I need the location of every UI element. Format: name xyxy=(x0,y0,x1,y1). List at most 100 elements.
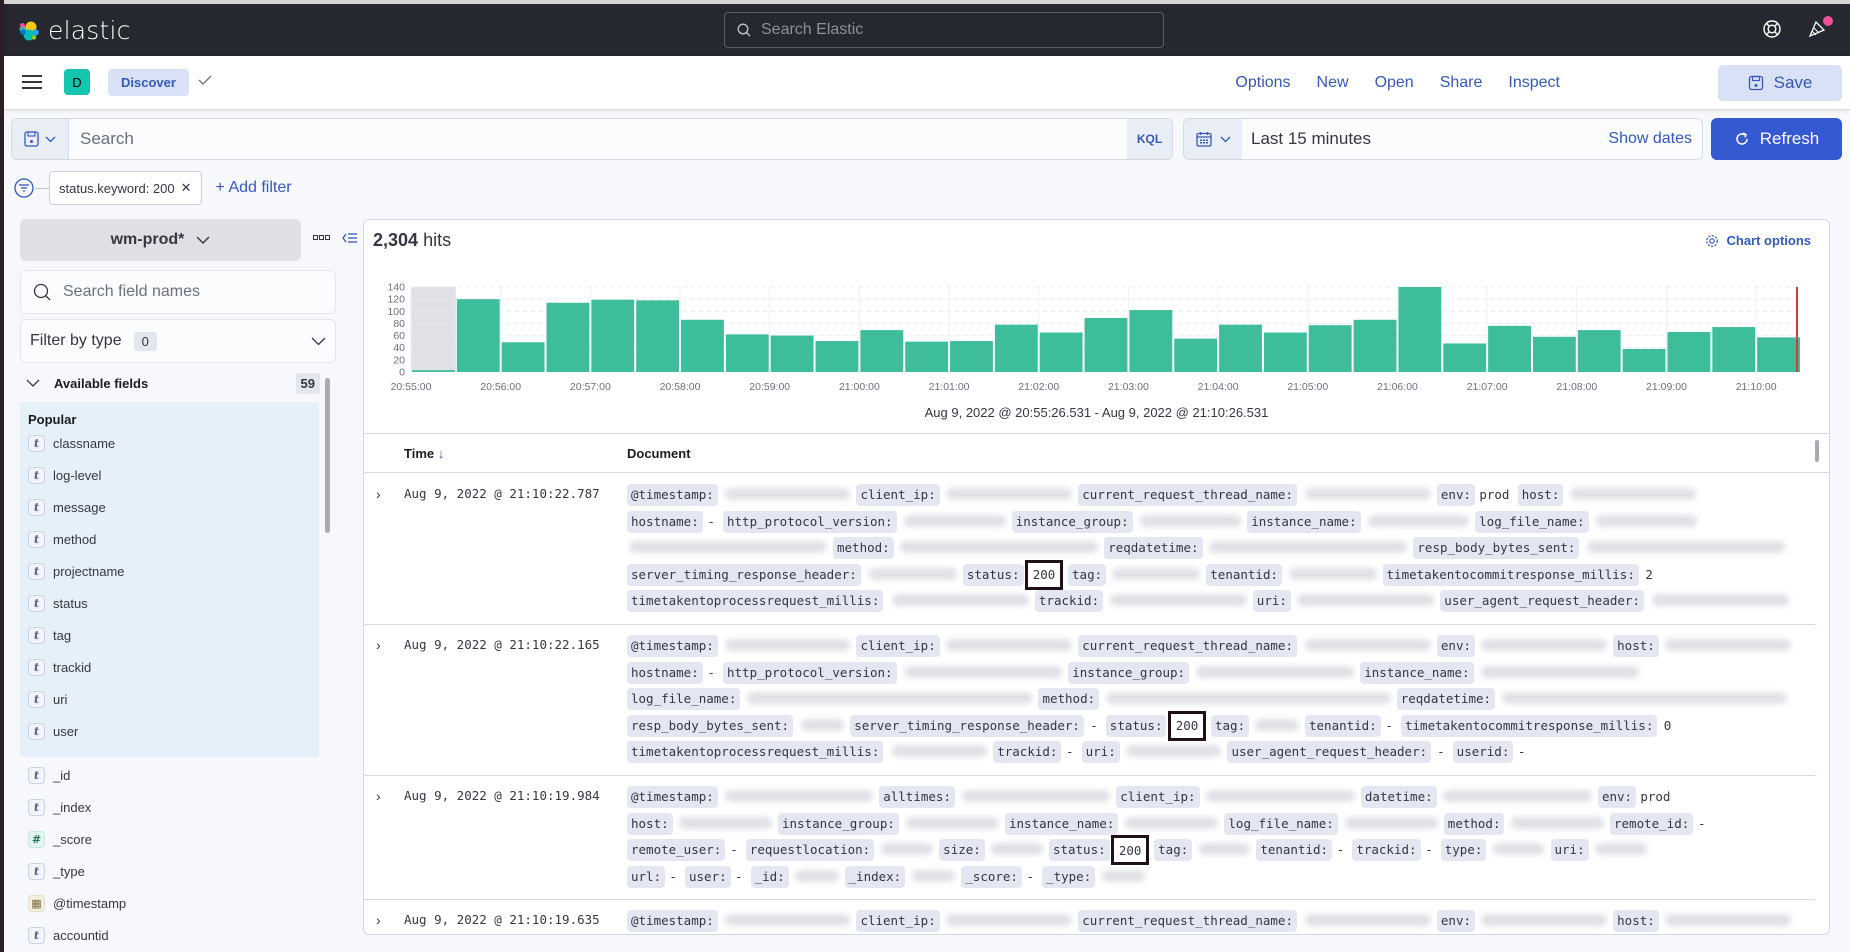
field-key-chip[interactable]: trackid: xyxy=(993,741,1062,763)
field-key-chip[interactable]: env: xyxy=(1436,635,1476,657)
histogram-bar[interactable] xyxy=(950,341,993,372)
new-link[interactable]: New xyxy=(1317,74,1349,92)
field-key-chip[interactable]: host: xyxy=(1613,635,1659,657)
field-key-chip[interactable]: trackid: xyxy=(1034,590,1104,612)
expand-row-icon[interactable]: › xyxy=(376,637,381,653)
field-key-chip[interactable]: current_request_thread_name: xyxy=(1078,910,1297,932)
histogram-bar[interactable] xyxy=(1488,325,1531,372)
save-button[interactable]: Save xyxy=(1718,65,1842,101)
field-key-chip[interactable]: timetakentoprocessrequest_millis: xyxy=(627,741,884,763)
query-language-button[interactable]: KQL xyxy=(1127,119,1172,159)
expand-row-icon[interactable]: › xyxy=(376,912,381,928)
available-fields-toggle[interactable]: Available fields 59 xyxy=(20,371,320,395)
column-header-time[interactable]: Time ↓ xyxy=(404,446,444,461)
histogram-bar[interactable] xyxy=(1174,338,1218,372)
field-item-user[interactable]: t user xyxy=(28,715,125,747)
field-key-chip[interactable]: status: xyxy=(1105,714,1167,737)
field-key-chip[interactable]: log_file_name: xyxy=(1475,510,1589,533)
table-scrollbar[interactable] xyxy=(1815,440,1819,462)
field-key-chip[interactable]: status: xyxy=(962,563,1024,586)
field-item-method[interactable]: t method xyxy=(28,523,125,555)
histogram-bar[interactable] xyxy=(1712,327,1756,372)
histogram-bar[interactable] xyxy=(501,342,545,372)
histogram-bar[interactable] xyxy=(412,370,455,372)
field-key-chip[interactable]: current_request_thread_name: xyxy=(1078,635,1297,657)
field-key-chip[interactable]: tag: xyxy=(1154,839,1193,861)
field-key-chip[interactable]: host: xyxy=(627,812,673,835)
field-key-chip[interactable]: userid: xyxy=(1452,741,1514,763)
histogram-bar[interactable] xyxy=(636,300,680,372)
field-key-chip[interactable]: _score: xyxy=(961,865,1022,888)
field-item-uri[interactable]: t uri xyxy=(28,683,125,715)
field-key-chip[interactable]: @timestamp: xyxy=(627,635,718,657)
histogram-bar[interactable] xyxy=(1757,337,1800,372)
filter-by-type-button[interactable]: Filter by type 0 xyxy=(20,319,336,363)
field-key-chip[interactable]: env: xyxy=(1436,910,1476,932)
elastic-logo[interactable]: elastic xyxy=(18,16,131,45)
histogram-bar[interactable] xyxy=(1577,330,1621,372)
index-pattern-selector[interactable]: wm-prod* xyxy=(20,219,301,261)
field-key-chip[interactable]: http_protocol_version: xyxy=(723,661,897,684)
field-item-trackid[interactable]: t trackid xyxy=(28,651,125,683)
field-key-chip[interactable]: server_timing_response_header: xyxy=(850,714,1084,737)
field-item-type[interactable]: t _type xyxy=(28,855,126,887)
histogram-bar[interactable] xyxy=(725,334,769,372)
field-search[interactable] xyxy=(20,270,336,314)
field-key-chip[interactable]: url: xyxy=(627,865,666,888)
field-key-chip[interactable]: uri: xyxy=(1550,839,1589,861)
histogram-bar[interactable] xyxy=(1443,343,1487,372)
field-key-chip[interactable]: env: xyxy=(1597,786,1637,808)
space-avatar[interactable]: D xyxy=(64,69,90,95)
field-key-chip[interactable]: _type: xyxy=(1042,865,1096,888)
field-key-chip[interactable]: @timestamp: xyxy=(627,786,718,808)
field-key-chip[interactable]: method: xyxy=(1443,812,1505,835)
collapse-sidebar-icon[interactable] xyxy=(342,232,358,244)
field-key-chip[interactable]: instance_group: xyxy=(1011,510,1133,533)
field-key-chip[interactable]: log_file_name: xyxy=(1224,812,1338,835)
expand-row-icon[interactable]: › xyxy=(376,486,381,502)
histogram-bar[interactable] xyxy=(1308,325,1352,372)
quick-select-button[interactable] xyxy=(1184,119,1242,159)
field-key-chip[interactable]: trackid: xyxy=(1352,839,1421,861)
field-key-chip[interactable]: host: xyxy=(1517,484,1564,506)
field-item-tag[interactable]: t tag xyxy=(28,619,125,651)
field-key-chip[interactable]: status: xyxy=(1048,839,1110,861)
field-key-chip[interactable]: server_timing_response_header: xyxy=(627,563,861,586)
field-key-chip[interactable]: reqdatetime: xyxy=(1396,688,1496,710)
menu-icon[interactable] xyxy=(22,74,42,90)
field-key-chip[interactable]: client_ip: xyxy=(1116,786,1200,808)
histogram-bar[interactable] xyxy=(1667,331,1711,372)
field-item-id[interactable]: t _id xyxy=(28,759,126,791)
histogram-bar[interactable] xyxy=(860,330,904,372)
histogram-bar[interactable] xyxy=(1353,319,1397,372)
add-filter-button[interactable]: + Add filter xyxy=(216,179,292,197)
field-key-chip[interactable]: client_ip: xyxy=(856,635,940,657)
share-link[interactable]: Share xyxy=(1440,74,1483,92)
field-key-chip[interactable]: user: xyxy=(685,865,731,888)
histogram-bar[interactable] xyxy=(1084,317,1128,372)
options-link[interactable]: Options xyxy=(1235,74,1290,92)
field-key-chip[interactable]: requestlocation: xyxy=(745,839,875,861)
breadcrumb-discover[interactable]: Discover xyxy=(108,69,189,96)
field-key-chip[interactable]: @timestamp: xyxy=(627,484,718,506)
field-key-chip[interactable]: @timestamp: xyxy=(627,910,718,932)
field-key-chip[interactable]: method: xyxy=(833,537,894,559)
field-key-chip[interactable]: current_request_thread_name: xyxy=(1078,484,1297,506)
field-key-chip[interactable]: resp_body_bytes_sent: xyxy=(627,714,794,737)
sidebar-scrollbar[interactable] xyxy=(325,378,330,533)
field-key-chip[interactable]: instance_group: xyxy=(778,812,899,835)
field-item-loglevel[interactable]: t log-level xyxy=(28,459,125,491)
field-item-timestamp[interactable]: ▦ @timestamp xyxy=(28,887,126,919)
filter-menu-icon[interactable] xyxy=(13,177,35,199)
open-link[interactable]: Open xyxy=(1375,74,1414,92)
field-key-chip[interactable]: datetime: xyxy=(1360,786,1437,808)
inspect-link[interactable]: Inspect xyxy=(1508,74,1560,92)
field-key-chip[interactable]: tenantid: xyxy=(1206,563,1282,586)
field-key-chip[interactable]: hostname: xyxy=(627,661,703,684)
field-key-chip[interactable]: timetakentoprocessrequest_millis: xyxy=(627,590,884,612)
field-item-classname[interactable]: t classname xyxy=(28,427,125,459)
chart-options-button[interactable]: Chart options xyxy=(1705,233,1811,248)
field-key-chip[interactable]: client_ip: xyxy=(856,910,940,932)
histogram-bar[interactable] xyxy=(1129,310,1173,372)
expand-row-icon[interactable]: › xyxy=(376,788,381,804)
